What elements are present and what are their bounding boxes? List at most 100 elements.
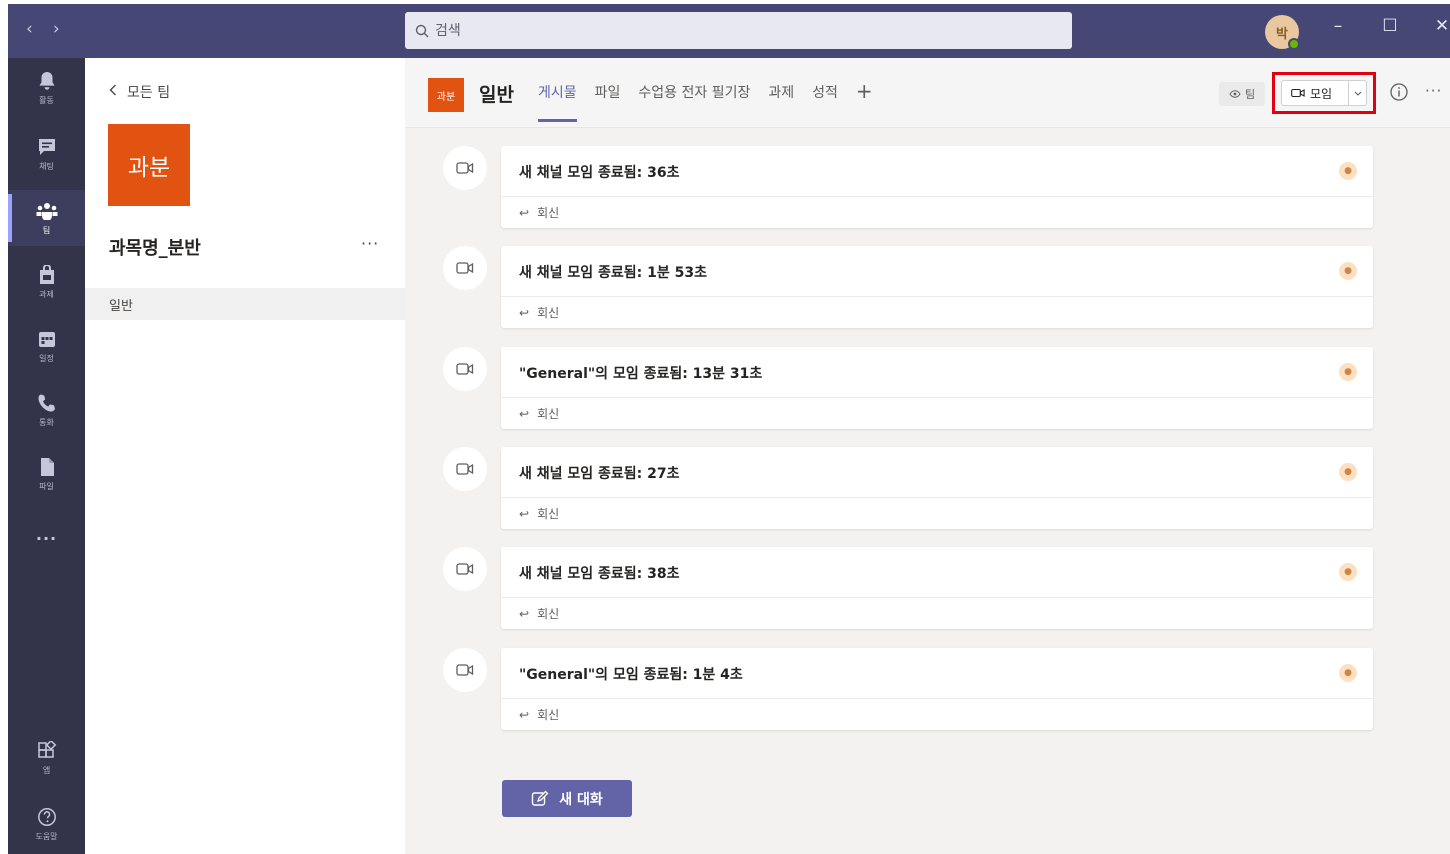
rail-item-activity[interactable]: 활동 <box>8 60 85 116</box>
meeting-ended-video-icon <box>443 146 487 190</box>
reply-label: 회신 <box>537 407 560 421</box>
channel-area: 과분 일반 게시물 파일 수업용 전자 필기장 과제 성적 + 팀 모임 ···… <box>405 58 1450 854</box>
rail-item-label: 채팅 <box>39 162 54 171</box>
all-teams-back-link[interactable]: 모든 팀 <box>109 82 170 102</box>
rail-item-apps[interactable]: 앱 <box>8 730 85 786</box>
tab-files[interactable]: 파일 <box>595 82 621 122</box>
post-message: 새 채널 모임 종료됨: 36초 <box>519 165 680 181</box>
tab-grades[interactable]: 성적 <box>812 82 838 122</box>
rail-item-label: 과제 <box>39 290 54 299</box>
team-pane: 모든 팀 과분 과목명_분반 ··· 일반 <box>85 58 405 854</box>
add-tab-button[interactable]: + <box>856 81 873 122</box>
post-card[interactable]: 새 채널 모임 종료됨: 36초 ● ↩ 회신 <box>501 146 1373 228</box>
meet-dropdown-chevron-icon[interactable] <box>1348 81 1366 105</box>
tab-posts[interactable]: 게시물 <box>538 82 577 122</box>
post-item: 새 채널 모임 종료됨: 27초 ● ↩ 회신 <box>405 447 1450 531</box>
channel-title: 일반 <box>479 84 514 106</box>
reply-label: 회신 <box>537 507 560 521</box>
reply-arrow-icon: ↩ <box>519 707 530 722</box>
post-message: 새 채널 모임 종료됨: 1분 53초 <box>519 265 707 281</box>
reaction-emoji-icon[interactable]: ● <box>1339 463 1357 481</box>
new-conversation-button[interactable]: 새 대화 <box>502 780 632 817</box>
rail-item-label: 파일 <box>39 482 54 491</box>
meet-button[interactable]: 모임 <box>1281 80 1367 106</box>
search-box[interactable] <box>405 12 1072 49</box>
meet-now-button[interactable]: 모임 <box>1282 85 1348 102</box>
reply-button[interactable]: ↩ 회신 <box>501 196 1373 228</box>
rail-item-calls[interactable]: 통화 <box>8 382 85 438</box>
reply-button[interactable]: ↩ 회신 <box>501 296 1373 328</box>
team-name: 과목명_분반 <box>109 238 201 259</box>
reply-label: 회신 <box>537 206 560 220</box>
tab-class-notebook[interactable]: 수업용 전자 필기장 <box>638 82 750 122</box>
post-item: "General"의 모임 종료됨: 1분 4초 ● ↩ 회신 <box>405 648 1450 732</box>
chat-icon <box>36 136 58 158</box>
eye-icon <box>1229 88 1241 101</box>
search-input[interactable] <box>435 22 1035 39</box>
reply-arrow-icon: ↩ <box>519 406 530 421</box>
channel-header: 과분 일반 게시물 파일 수업용 전자 필기장 과제 성적 + 팀 모임 ··· <box>405 58 1450 128</box>
reply-button[interactable]: ↩ 회신 <box>501 597 1373 629</box>
reaction-emoji-icon[interactable]: ● <box>1339 363 1357 381</box>
reply-button[interactable]: ↩ 회신 <box>501 698 1373 730</box>
post-item: "General"의 모임 종료됨: 13분 31초 ● ↩ 회신 <box>405 347 1450 431</box>
window-controls: – ☐ ✕ <box>1326 16 1450 36</box>
reply-arrow-icon: ↩ <box>519 305 530 320</box>
post-card[interactable]: 새 채널 모임 종료됨: 1분 53초 ● ↩ 회신 <box>501 246 1373 328</box>
back-arrow-icon[interactable]: ‹ <box>26 19 33 39</box>
avatar-initial: 박 <box>1276 26 1288 42</box>
rail-item-label: 통화 <box>39 418 54 427</box>
post-item: 새 채널 모임 종료됨: 38초 ● ↩ 회신 <box>405 547 1450 631</box>
bell-icon <box>36 70 58 92</box>
channel-item-general[interactable]: 일반 <box>85 288 405 320</box>
team-avatar-tile: 과분 <box>108 124 190 206</box>
post-card[interactable]: 새 채널 모임 종료됨: 27초 ● ↩ 회신 <box>501 447 1373 529</box>
reply-arrow-icon: ↩ <box>519 205 530 220</box>
rail-item-chat[interactable]: 채팅 <box>8 126 85 182</box>
meeting-ended-video-icon <box>443 547 487 591</box>
post-card[interactable]: 새 채널 모임 종료됨: 38초 ● ↩ 회신 <box>501 547 1373 629</box>
reaction-emoji-icon[interactable]: ● <box>1339 664 1357 682</box>
reply-arrow-icon: ↩ <box>519 506 530 521</box>
channel-tabs: 게시물 파일 수업용 전자 필기장 과제 성적 + <box>538 81 873 122</box>
meeting-ended-video-icon <box>443 648 487 692</box>
rail-item-help[interactable]: 도움말 <box>8 796 85 852</box>
rail-item-more[interactable]: ··· <box>8 510 85 566</box>
search-icon <box>415 24 429 37</box>
channel-team-tile: 과분 <box>428 78 464 112</box>
reaction-emoji-icon[interactable]: ● <box>1339 162 1357 180</box>
rail-item-calendar[interactable]: 일정 <box>8 318 85 374</box>
rail-item-files[interactable]: 파일 <box>8 446 85 502</box>
reply-button[interactable]: ↩ 회신 <box>501 397 1373 429</box>
new-conversation-label: 새 대화 <box>559 791 603 808</box>
minimize-icon[interactable]: – <box>1326 16 1350 36</box>
rail-item-teams[interactable]: 팀 <box>8 190 85 246</box>
reaction-emoji-icon[interactable]: ● <box>1339 563 1357 581</box>
meeting-ended-video-icon <box>443 347 487 391</box>
post-card[interactable]: "General"의 모임 종료됨: 13분 31초 ● ↩ 회신 <box>501 347 1373 429</box>
post-item: 새 채널 모임 종료됨: 1분 53초 ● ↩ 회신 <box>405 246 1450 330</box>
reply-label: 회신 <box>537 306 560 320</box>
user-avatar[interactable]: 박 <box>1265 15 1300 50</box>
assignments-icon <box>36 264 58 286</box>
rail-item-label: 일정 <box>39 354 54 363</box>
channel-more-options-button[interactable]: ··· <box>1425 82 1442 100</box>
post-card[interactable]: "General"의 모임 종료됨: 1분 4초 ● ↩ 회신 <box>501 648 1373 730</box>
reply-button[interactable]: ↩ 회신 <box>501 497 1373 529</box>
rail-item-assignments[interactable]: 과제 <box>8 254 85 310</box>
file-icon <box>36 456 58 478</box>
close-icon[interactable]: ✕ <box>1430 16 1450 36</box>
chevron-left-icon <box>109 84 117 100</box>
rail-item-label: 팀 <box>42 226 51 235</box>
post-item: 새 채널 모임 종료됨: 36초 ● ↩ 회신 <box>405 146 1450 230</box>
channel-info-button[interactable] <box>1389 82 1409 102</box>
team-visibility-button[interactable]: 팀 <box>1219 82 1265 106</box>
reaction-emoji-icon[interactable]: ● <box>1339 262 1357 280</box>
more-horizontal-icon: ··· <box>35 528 58 548</box>
team-more-options-button[interactable]: ··· <box>361 234 379 253</box>
rail-item-label: 앱 <box>42 766 51 775</box>
tab-assignments[interactable]: 과제 <box>768 82 794 122</box>
forward-arrow-icon[interactable]: › <box>53 19 60 39</box>
presence-status-icon <box>1288 38 1300 50</box>
maximize-icon[interactable]: ☐ <box>1378 16 1402 36</box>
